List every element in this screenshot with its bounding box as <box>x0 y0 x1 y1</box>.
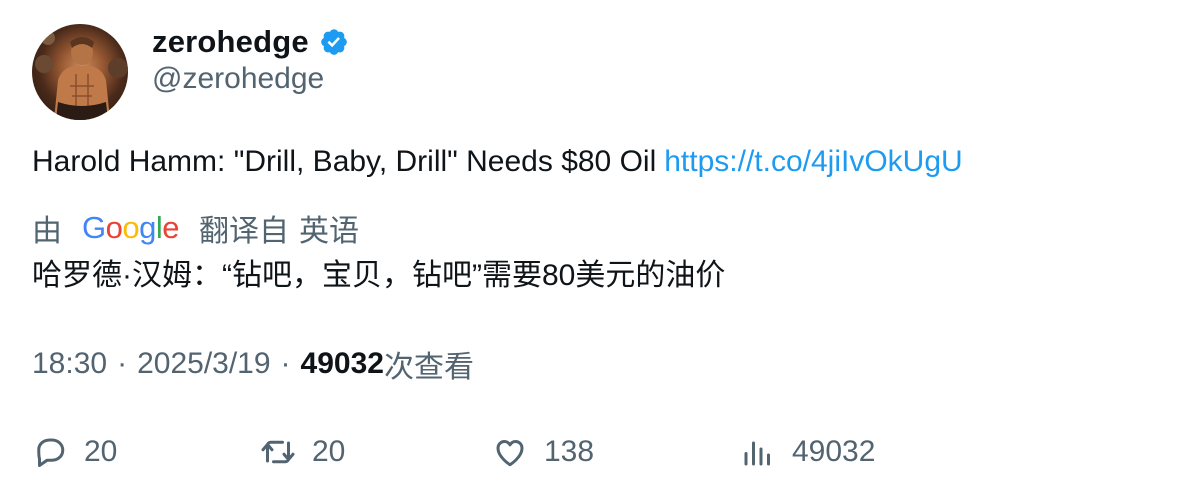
source-language: 英语 <box>299 215 360 248</box>
tweet-date[interactable]: 2025/3/19 <box>137 347 270 381</box>
avatar-image <box>35 31 128 120</box>
translated-by-label: 由 <box>32 215 62 248</box>
verified-badge-icon <box>319 27 349 57</box>
translated-from-label: 翻译自 <box>199 215 290 248</box>
tweet-text: Harold Hamm: "Drill, Baby, Drill" Needs … <box>32 142 963 182</box>
like-button[interactable]: 138 <box>492 430 594 474</box>
author-handle[interactable]: @zerohedge <box>152 62 324 96</box>
reply-count: 20 <box>84 435 118 468</box>
action-bar: 20 20 138 49032 <box>32 430 1182 474</box>
google-letter: o <box>105 210 123 245</box>
google-logo: Google <box>82 210 180 246</box>
heart-icon <box>496 440 524 467</box>
translated-tweet-text: 哈罗德·汉姆：“钻吧，宝贝，钻吧”需要80美元的油价 <box>32 259 726 292</box>
google-letter: e <box>162 210 180 245</box>
retweet-count: 20 <box>312 435 346 468</box>
meta-separator: · <box>117 347 128 380</box>
google-letter: G <box>82 210 106 245</box>
views-button[interactable]: 49032 <box>740 430 875 474</box>
views-count: 49032 <box>300 347 384 380</box>
reply-icon <box>37 438 65 467</box>
google-letter: g <box>139 210 156 245</box>
tweet-body: Harold Hamm: "Drill, Baby, Drill" Needs … <box>32 145 657 178</box>
retweet-button[interactable]: 20 <box>260 430 345 474</box>
author-display-name[interactable]: zerohedge <box>152 24 309 60</box>
views-label: 次查看 <box>383 351 474 384</box>
tweet-time[interactable]: 18:30 <box>32 347 107 381</box>
translation-attribution: 由 Google 翻译自 英语 <box>32 208 359 248</box>
google-letter: o <box>122 210 140 245</box>
meta-separator: · <box>280 347 291 380</box>
analytics-icon <box>744 441 770 466</box>
tweet-link[interactable]: https://t.co/4jiIvOkUgU <box>664 145 962 178</box>
like-count: 138 <box>544 435 595 468</box>
author-name-row: zerohedge <box>152 22 349 62</box>
tweet-card: zerohedge @zerohedge Harold Hamm: "Drill… <box>0 0 1196 498</box>
reply-button[interactable]: 20 <box>32 430 117 474</box>
tweet-meta: 18:30 · 2025/3/19 · 49032 次查看 <box>32 344 474 384</box>
retweet-icon <box>261 440 295 464</box>
avatar[interactable] <box>32 24 128 120</box>
views-action-count: 49032 <box>792 435 876 468</box>
